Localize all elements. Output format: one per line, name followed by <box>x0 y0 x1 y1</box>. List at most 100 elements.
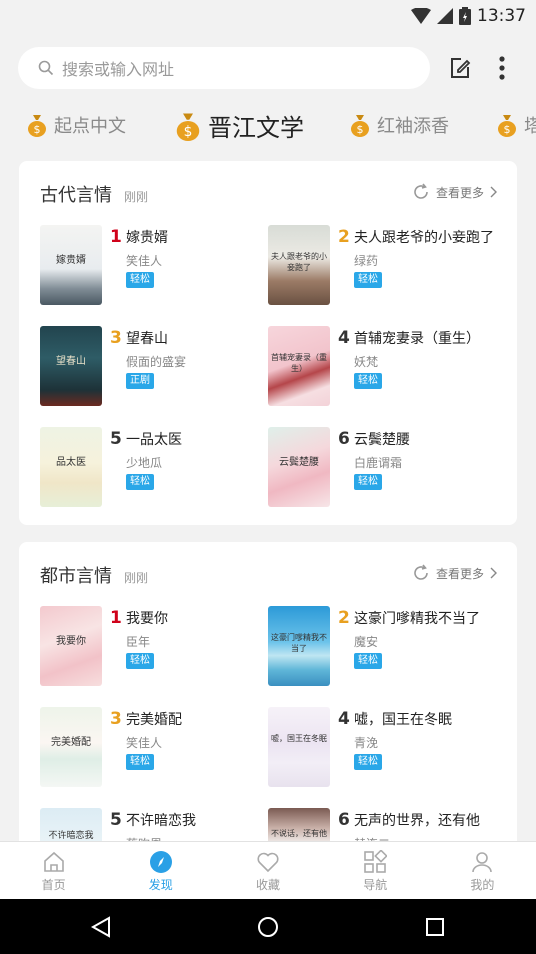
book-cover: 云鬓楚腰 <box>268 427 330 507</box>
book-item[interactable]: 嘘，国王在冬眠 4 嘘，国王在冬眠 青浼 轻松 <box>268 707 498 789</box>
book-title: 这豪门嗲精我不当了 <box>354 611 480 627</box>
home-icon <box>43 851 64 872</box>
book-rank: 3 <box>110 328 122 348</box>
chevron-right-icon <box>490 186 497 198</box>
money-bag-icon: $ <box>176 113 200 141</box>
home-circle-icon[interactable] <box>257 916 279 938</box>
book-cover: 首辅宠妻录（重生） <box>268 326 330 406</box>
bottom-tab-bar: 首页 发现 收藏 导航 我的 <box>0 841 536 900</box>
book-title: 不许暗恋我 <box>126 813 196 829</box>
signal-icon <box>437 8 453 24</box>
channel-qidian[interactable]: $ 起点中文 <box>26 112 126 138</box>
section-card-ancient-romance: 古代言情 刚刚 查看更多 嫁贵婿 1 嫁贵婿 笑佳人 轻松 夫人跟老爷的小妾跑了… <box>19 161 517 525</box>
book-cover: 夫人跟老爷的小妾跑了 <box>268 225 330 305</box>
channel-partial[interactable]: $ 塔 <box>496 112 536 138</box>
status-bar: 13:37 <box>0 0 536 32</box>
book-rank: 5 <box>110 810 122 830</box>
see-more-button[interactable]: 查看更多 <box>412 183 497 201</box>
more-menu-button[interactable] <box>488 54 516 82</box>
book-title: 首辅宠妻录（重生） <box>354 331 480 347</box>
search-icon <box>38 60 54 76</box>
book-cover: 嫁贵婿 <box>40 225 102 305</box>
person-icon <box>472 851 493 872</box>
book-cover: 我要你 <box>40 606 102 686</box>
search-row: 搜索或输入网址 <box>0 32 536 104</box>
section-updated: 刚刚 <box>124 190 149 204</box>
book-rank: 2 <box>338 227 350 247</box>
book-tag: 轻松 <box>354 373 382 389</box>
search-input[interactable]: 搜索或输入网址 <box>18 47 430 89</box>
book-title: 望春山 <box>126 331 168 347</box>
book-item[interactable]: 夫人跟老爷的小妾跑了 2 夫人跟老爷的小妾跑了 绿药 轻松 <box>268 225 498 307</box>
book-tag: 轻松 <box>354 272 382 288</box>
wifi-icon <box>411 8 431 24</box>
book-tag: 轻松 <box>354 754 382 770</box>
refresh-icon <box>414 183 428 199</box>
book-item[interactable]: 这豪门嗲精我不当了 2 这豪门嗲精我不当了 魔安 轻松 <box>268 606 498 688</box>
book-item[interactable]: 首辅宠妻录（重生） 4 首辅宠妻录（重生） 妖梵 轻松 <box>268 326 498 408</box>
channel-jinjiang[interactable]: $ 晋江文学 <box>174 108 304 143</box>
book-item[interactable]: 望春山 3 望春山 假面的盛宴 正剧 <box>40 326 270 408</box>
book-item[interactable]: 嫁贵婿 1 嫁贵婿 笑佳人 轻松 <box>40 225 270 307</box>
book-author: 少地瓜 <box>126 456 163 470</box>
tab-profile[interactable]: 我的 <box>429 842 536 900</box>
book-title: 嫁贵婿 <box>126 230 168 246</box>
search-placeholder: 搜索或输入网址 <box>62 60 175 79</box>
channel-hongxiu[interactable]: $ 红袖添香 <box>349 112 449 138</box>
book-title: 我要你 <box>126 611 168 627</box>
more-vertical-icon <box>499 56 505 80</box>
svg-text:$: $ <box>184 124 193 140</box>
book-author: 青浼 <box>354 736 379 750</box>
book-item[interactable]: 品太医 5 一品太医 少地瓜 轻松 <box>40 427 270 509</box>
back-icon[interactable] <box>90 916 112 938</box>
book-rank: 2 <box>338 608 350 628</box>
compass-icon <box>149 850 172 873</box>
book-author: 假面的盛宴 <box>126 355 187 369</box>
book-author: 白鹿谓霜 <box>354 456 403 470</box>
book-title: 嘘，国王在冬眠 <box>354 712 452 728</box>
section-card-urban-romance: 都市言情 刚刚 查看更多 我要你 1 我要你 臣年 轻松 这豪门嗲精我不当了 2… <box>19 542 517 888</box>
book-cover: 这豪门嗲精我不当了 <box>268 606 330 686</box>
book-tag: 轻松 <box>354 474 382 490</box>
edit-icon <box>451 58 471 78</box>
battery-icon <box>459 7 471 25</box>
svg-text:$: $ <box>504 123 511 136</box>
money-bag-icon: $ <box>28 115 46 137</box>
grid-icon <box>364 849 388 873</box>
section-updated: 刚刚 <box>124 571 149 585</box>
svg-text:$: $ <box>34 123 41 136</box>
book-rank: 6 <box>338 810 350 830</box>
book-cover: 完美婚配 <box>40 707 102 787</box>
refresh-icon <box>414 564 428 580</box>
book-title: 一品太医 <box>126 432 182 448</box>
tab-home[interactable]: 首页 <box>0 842 107 900</box>
book-author: 绿药 <box>354 254 379 268</box>
book-author: 魔安 <box>354 635 379 649</box>
tab-navigation[interactable]: 导航 <box>322 842 429 900</box>
status-time: 13:37 <box>477 6 526 26</box>
heart-icon <box>257 852 279 872</box>
book-item[interactable]: 云鬓楚腰 6 云鬓楚腰 白鹿谓霜 轻松 <box>268 427 498 509</box>
svg-text:$: $ <box>357 123 364 136</box>
book-tag: 轻松 <box>126 474 154 490</box>
edit-button[interactable] <box>446 54 474 82</box>
tab-discover[interactable]: 发现 <box>107 842 214 900</box>
see-more-button[interactable]: 查看更多 <box>412 564 497 582</box>
book-rank: 4 <box>338 328 350 348</box>
tab-favorites[interactable]: 收藏 <box>214 842 321 900</box>
recents-icon[interactable] <box>425 917 445 937</box>
book-title: 完美婚配 <box>126 712 182 728</box>
book-rank: 3 <box>110 709 122 729</box>
book-title: 夫人跟老爷的小妾跑了 <box>354 230 494 246</box>
section-title: 古代言情 <box>40 185 112 206</box>
book-title: 云鬓楚腰 <box>354 432 410 448</box>
system-navigation-bar <box>0 899 536 954</box>
money-bag-icon: $ <box>351 115 369 137</box>
book-item[interactable]: 我要你 1 我要你 臣年 轻松 <box>40 606 270 688</box>
chevron-right-icon <box>490 567 497 579</box>
book-tag: 轻松 <box>354 653 382 669</box>
book-item[interactable]: 完美婚配 3 完美婚配 笑佳人 轻松 <box>40 707 270 789</box>
book-tag: 轻松 <box>126 754 154 770</box>
book-rank: 5 <box>110 429 122 449</box>
book-rank: 1 <box>110 227 122 247</box>
